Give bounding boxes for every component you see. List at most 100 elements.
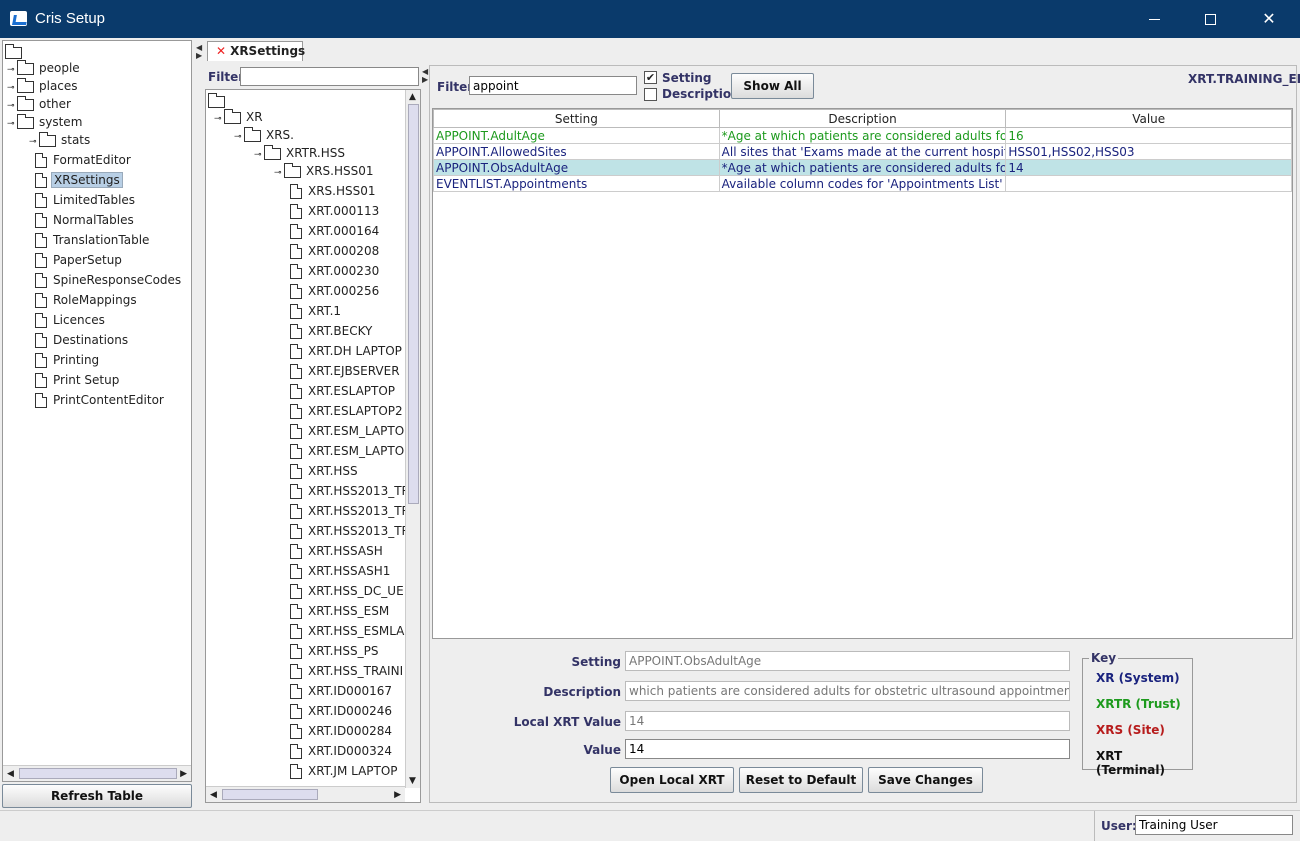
mid-vscroll-thumb[interactable] bbox=[408, 104, 419, 504]
mid-leaf-5[interactable]: XRT.000256 bbox=[290, 282, 381, 300]
mid-leaf-11[interactable]: XRT.ESLAPTOP2 bbox=[290, 402, 405, 420]
system-item-12[interactable]: Print Setup bbox=[29, 371, 121, 389]
table-row[interactable]: APPOINT.AdultAge *Age at which patients a… bbox=[433, 127, 1292, 144]
value-field[interactable]: 14 bbox=[625, 739, 1070, 759]
mid-vscrollbar[interactable]: ▲ ▼ bbox=[405, 90, 420, 788]
mid-leaf-9[interactable]: XRT.EJBSERVER bbox=[290, 362, 402, 380]
splitter-mid[interactable]: ◀ ▶ bbox=[422, 68, 428, 84]
mid-hscroll-thumb[interactable] bbox=[222, 789, 318, 800]
maximize-button[interactable] bbox=[1187, 0, 1233, 38]
mid-leaf-2[interactable]: XRT.000164 bbox=[290, 222, 381, 240]
system-item-1[interactable]: FormatEditor bbox=[29, 151, 133, 169]
mid-folder-2[interactable]: ⊸ XRTR.HSS bbox=[254, 144, 347, 162]
system-item-2[interactable]: XRSettings bbox=[29, 171, 123, 189]
system-item-10[interactable]: Destinations bbox=[29, 331, 130, 349]
column-header[interactable]: Description bbox=[718, 109, 1007, 128]
minimize-button[interactable] bbox=[1131, 0, 1177, 38]
mid-leaf-1[interactable]: XRT.000113 bbox=[290, 202, 381, 220]
mid-leaf-25[interactable]: XRT.ID000167 bbox=[290, 682, 394, 700]
mid-leaf-19[interactable]: XRT.HSSASH1 bbox=[290, 562, 392, 580]
system-item-5[interactable]: TranslationTable bbox=[29, 231, 151, 249]
tree-folder-0[interactable]: ⊸ people bbox=[7, 59, 82, 77]
local-xrt-value-field[interactable]: 14 bbox=[625, 711, 1070, 731]
system-item-11[interactable]: Printing bbox=[29, 351, 101, 369]
expand-handle-icon[interactable]: ⊸ bbox=[234, 128, 244, 146]
left-hscrollbar[interactable]: ◀ ▶ bbox=[3, 765, 191, 781]
mid-leaf-14[interactable]: XRT.HSS bbox=[290, 462, 360, 480]
system-item-9[interactable]: Licences bbox=[29, 311, 107, 329]
table-row[interactable]: APPOINT.ObsAdultAge *Age at which patient… bbox=[433, 159, 1292, 176]
system-item-8[interactable]: RoleMappings bbox=[29, 291, 139, 309]
tree-folder-3[interactable]: ⊸ system bbox=[7, 113, 84, 131]
mid-leaf-7[interactable]: XRT.BECKY bbox=[290, 322, 374, 340]
open-local-xrt-button[interactable]: Open Local XRT bbox=[610, 767, 734, 793]
left-hscroll-thumb[interactable] bbox=[19, 768, 177, 779]
system-item-13[interactable]: PrintContentEditor bbox=[29, 391, 166, 409]
mid-leaf-24[interactable]: XRT.HSS_TRAINI bbox=[290, 662, 405, 680]
scroll-right-icon[interactable]: ▶ bbox=[180, 769, 187, 779]
save-changes-button[interactable]: Save Changes bbox=[868, 767, 983, 793]
tree-folder-1[interactable]: ⊸ places bbox=[7, 77, 80, 95]
close-button[interactable]: ✕ bbox=[1246, 0, 1292, 38]
tree-folder-2[interactable]: ⊸ other bbox=[7, 95, 73, 113]
expand-handle-icon[interactable]: ⊸ bbox=[29, 133, 39, 151]
scroll-left-icon[interactable]: ◀ bbox=[7, 769, 14, 779]
mid-leaf-6[interactable]: XRT.1 bbox=[290, 302, 343, 320]
document-icon bbox=[290, 404, 302, 419]
table-row[interactable]: EVENTLIST.Appointments Available column c… bbox=[433, 175, 1292, 192]
expand-handle-icon[interactable]: ⊸ bbox=[7, 115, 17, 133]
expand-handle-icon[interactable]: ⊸ bbox=[214, 110, 224, 128]
column-header[interactable]: Setting bbox=[433, 109, 720, 128]
mid-leaf-20[interactable]: XRT.HSS_DC_UE bbox=[290, 582, 406, 600]
mid-leaf-18[interactable]: XRT.HSSASH bbox=[290, 542, 385, 560]
mid-leaf-15[interactable]: XRT.HSS2013_TR bbox=[290, 482, 412, 500]
scroll-up-icon[interactable]: ▲ bbox=[409, 92, 416, 102]
close-tab-icon[interactable]: ✕ bbox=[216, 44, 226, 58]
description-field[interactable]: which patients are considered adults for… bbox=[625, 681, 1070, 701]
mid-leaf-3[interactable]: XRT.000208 bbox=[290, 242, 381, 260]
mid-folder-0[interactable]: ⊸ XR bbox=[214, 108, 265, 126]
system-item-7[interactable]: SpineResponseCodes bbox=[29, 271, 183, 289]
mid-leaf-13[interactable]: XRT.ESM_LAPTOP bbox=[290, 442, 413, 460]
mid-leaf-27[interactable]: XRT.ID000284 bbox=[290, 722, 394, 740]
mid-leaf-0[interactable]: XRS.HSS01 bbox=[290, 182, 378, 200]
mid-leaf-17[interactable]: XRT.HSS2013_TR bbox=[290, 522, 412, 540]
system-item-0[interactable]: ⊸ stats bbox=[29, 131, 92, 149]
system-item-6[interactable]: PaperSetup bbox=[29, 251, 124, 269]
mid-leaf-26[interactable]: XRT.ID000246 bbox=[290, 702, 394, 720]
mid-leaf-10[interactable]: XRT.ESLAPTOP bbox=[290, 382, 397, 400]
user-field[interactable]: Training User bbox=[1135, 815, 1293, 835]
mid-leaf-12[interactable]: XRT.ESM_LAPTOP bbox=[290, 422, 413, 440]
mid-leaf-28[interactable]: XRT.ID000324 bbox=[290, 742, 394, 760]
system-item-3[interactable]: LimitedTables bbox=[29, 191, 137, 209]
mid-folder-3[interactable]: ⊸ XRS.HSS01 bbox=[274, 162, 376, 180]
mid-leaf-8[interactable]: XRT.DH LAPTOP bbox=[290, 342, 404, 360]
refresh-table-button[interactable]: Refresh Table bbox=[2, 784, 192, 808]
mid-leaf-23[interactable]: XRT.HSS_PS bbox=[290, 642, 381, 660]
expand-handle-icon[interactable]: ⊸ bbox=[254, 146, 264, 164]
mid-leaf-16[interactable]: XRT.HSS2013_TR bbox=[290, 502, 412, 520]
document-icon bbox=[35, 313, 47, 328]
description-checkbox[interactable] bbox=[644, 88, 657, 101]
scroll-left-icon[interactable]: ◀ bbox=[210, 790, 217, 800]
setting-field[interactable]: APPOINT.ObsAdultAge bbox=[625, 651, 1070, 671]
mid-leaf-29[interactable]: XRT.JM LAPTOP bbox=[290, 762, 400, 780]
scroll-right-icon[interactable]: ▶ bbox=[394, 790, 401, 800]
mid-filter-input[interactable] bbox=[240, 67, 419, 86]
mid-hscrollbar[interactable]: ◀ ▶ bbox=[206, 786, 405, 802]
reset-to-default-button[interactable]: Reset to Default bbox=[739, 767, 863, 793]
table-row[interactable]: APPOINT.AllowedSites All sites that 'Exam… bbox=[433, 143, 1292, 160]
mid-leaf-4[interactable]: XRT.000230 bbox=[290, 262, 381, 280]
splitter-left[interactable]: ◀ ▶ bbox=[196, 44, 202, 60]
mid-leaf-22[interactable]: XRT.HSS_ESMLA bbox=[290, 622, 406, 640]
column-header[interactable]: Value bbox=[1005, 109, 1292, 128]
expand-handle-icon[interactable]: ⊸ bbox=[274, 164, 284, 182]
mid-leaf-21[interactable]: XRT.HSS_ESM bbox=[290, 602, 391, 620]
mid-folder-1[interactable]: ⊸ XRS. bbox=[234, 126, 296, 144]
show-all-button[interactable]: Show All bbox=[731, 73, 814, 99]
tab-xrsettings[interactable]: ✕ XRSettings bbox=[207, 41, 305, 61]
scroll-down-icon[interactable]: ▼ bbox=[409, 776, 416, 786]
setting-checkbox[interactable]: ✔ bbox=[644, 71, 657, 84]
settings-filter-input[interactable]: appoint bbox=[469, 76, 637, 95]
system-item-4[interactable]: NormalTables bbox=[29, 211, 136, 229]
